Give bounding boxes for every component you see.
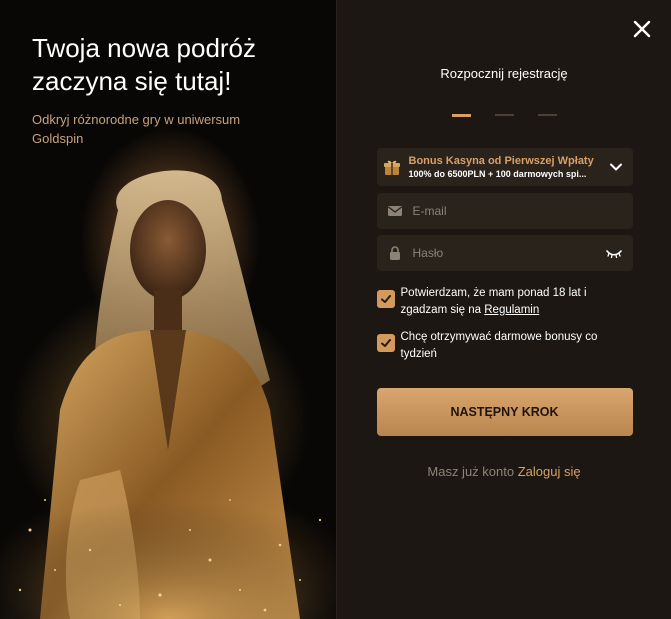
form-title: Rozpocznij rejestrację [440,66,568,81]
consent-bonus-checkbox[interactable] [376,334,395,352]
password-field[interactable] [376,235,633,271]
gift-icon [383,160,400,175]
promo-title-line1: Twoja nowa podróż [32,33,257,63]
bonus-title: Bonus Kasyna od Pierwszej Wpłaty [408,154,594,167]
promo-subtitle: Odkryj różnorodne gry w uniwersum Goldsp… [32,112,241,146]
bonus-text: Bonus Kasyna od Pierwszej Wpłaty 100% do… [409,154,605,181]
email-field[interactable] [376,193,633,229]
login-prompt-text: Masz już konto [427,464,515,479]
promo-title: Twoja nowa podróż zaczyna się tutaj! [32,32,322,98]
password-input[interactable] [410,245,605,261]
step-2 [494,114,514,116]
consent-bonus-label: Chcę otrzymywać darmowe bonusy co tydzie… [400,331,598,360]
bonus-select[interactable]: Bonus Kasyna od Pierwszej Wpłaty 100% do… [376,148,633,186]
consent-age-row: Potwierdzam, że mam ponad 18 lat i zgadz… [376,285,633,319]
bonus-description: 100% do 6500PLN + 100 darmowych spi... [408,168,587,179]
registration-modal: Twoja nowa podróż zaczyna się tutaj! Odk… [0,0,671,619]
email-input[interactable] [410,203,623,219]
promo-panel: Twoja nowa podróż zaczyna się tutaj! Odk… [0,0,336,619]
consent-age-label: Potwierdzam, że mam ponad 18 lat i zgadz… [401,285,633,319]
terms-link[interactable]: Regulamin [484,304,539,316]
lock-icon [389,246,400,260]
promo-title-line2: zaczyna się tutaj! [32,66,232,96]
envelope-icon [387,206,402,216]
chevron-down-icon [609,163,622,171]
step-1 [451,113,471,117]
close-icon[interactable] [631,18,653,40]
login-link[interactable]: Zaloguj się [518,464,581,479]
registration-form-panel: Rozpocznij rejestrację Bonus Kasyna od P… [335,0,671,619]
login-prompt: Masz już konto Zaloguj się [337,464,671,479]
promo-illustration [0,170,336,619]
step-indicator [451,113,557,117]
consent-bonus-row: Chcę otrzymywać darmowe bonusy co tydzie… [376,329,633,363]
consent-age-checkbox[interactable] [376,290,395,308]
checkmark-icon [380,295,391,303]
eye-closed-icon[interactable] [605,246,623,260]
checkmark-icon [380,339,391,347]
next-step-button[interactable]: NASTĘPNY KROK [376,388,633,436]
step-3 [537,114,557,116]
